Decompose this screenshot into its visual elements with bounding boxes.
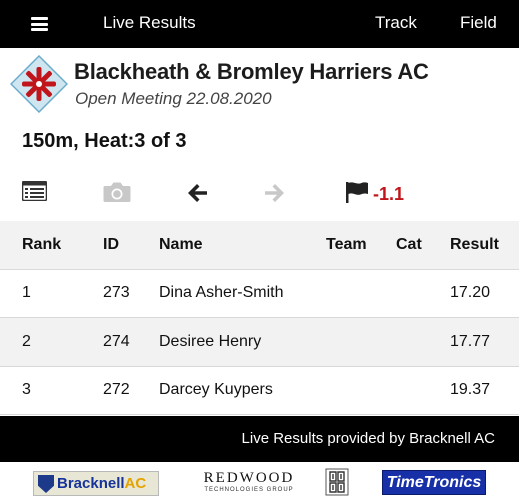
table-row[interactable]: 3 272 Darcey Kuypers 19.37 [0,366,519,415]
cell-id: 272 [103,366,159,415]
cell-cat [396,269,450,318]
cell-result: 17.77 [450,317,519,367]
bracknell-logo-ac: AC [124,475,147,492]
top-nav-bar: Live Results Track Field [0,0,519,48]
footer-bar: Live Results provided by Bracknell AC [0,416,519,462]
cell-name: Desiree Henry [159,317,326,367]
cell-rank: 1 [0,269,103,318]
results-table: Rank ID Name Team Cat Result 1 273 Dina … [0,221,519,415]
redwood-logo-subtext: TECHNOLOGIES GROUP [204,487,294,493]
club-name: Blackheath & Bromley Harriers AC [74,59,429,84]
nav-track-link[interactable]: Track [375,13,417,33]
wind-reading: -1.1 [373,184,405,204]
nav-field-link[interactable]: Field [460,13,497,33]
table-row[interactable]: 2 274 Desiree Henry 17.77 [0,317,519,367]
header-team[interactable]: Team [326,221,396,270]
cell-rank: 3 [0,366,103,415]
redwood-logo[interactable]: REDWOOD TECHNOLOGIES GROUP [195,470,303,498]
redwood-logo-text: REDWOOD [203,470,295,486]
cell-id: 274 [103,317,159,367]
cell-team [326,269,396,318]
cell-result: 17.20 [450,269,519,318]
bracknell-ac-logo[interactable]: BracknellAC [33,471,159,496]
ornament-logo-icon [325,468,349,496]
club-logo-icon [10,55,68,113]
cell-name: Darcey Kuypers [159,366,326,415]
footer-credit: Live Results provided by Bracknell AC [241,430,495,447]
table-header-row: Rank ID Name Team Cat Result [0,221,519,270]
header-id[interactable]: ID [103,221,159,270]
header-cat[interactable]: Cat [396,221,450,270]
meeting-name: Open Meeting 22.08.2020 [75,89,272,108]
header-name[interactable]: Name [159,221,326,270]
cell-team [326,366,396,415]
list-icon[interactable] [22,181,47,201]
cell-team [326,317,396,367]
header-rank[interactable]: Rank [0,221,103,270]
cell-cat [396,317,450,367]
event-title: 150m, Heat:3 of 3 [22,130,187,152]
flag-icon [346,182,368,203]
shield-icon [38,475,54,493]
cell-cat [396,366,450,415]
table-row[interactable]: 1 273 Dina Asher-Smith 17.20 [0,269,519,318]
cell-id: 273 [103,269,159,318]
forward-arrow-icon [265,184,284,202]
cell-rank: 2 [0,317,103,367]
timetronics-logo[interactable]: TimeTronics [382,470,486,495]
cell-result: 19.37 [450,366,519,415]
back-arrow-icon[interactable] [186,183,208,203]
camera-icon [103,182,131,202]
header-result[interactable]: Result [450,221,519,270]
sponsor-strip: BracknellAC REDWOOD TECHNOLOGIES GROUP T… [0,462,519,500]
hamburger-menu-icon[interactable] [31,17,48,31]
bracknell-logo-text: Bracknell [57,475,125,492]
nav-title: Live Results [103,13,196,32]
cell-name: Dina Asher-Smith [159,269,326,318]
